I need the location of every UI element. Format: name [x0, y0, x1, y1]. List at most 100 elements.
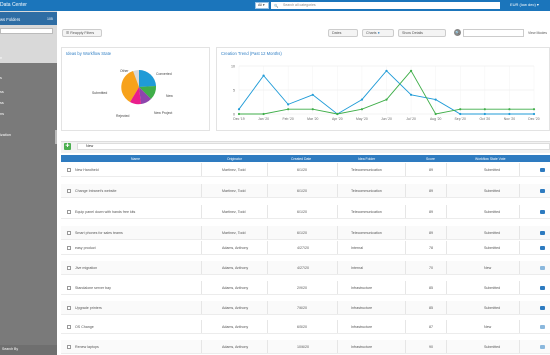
data-point[interactable] [360, 108, 364, 111]
table-row[interactable]: Renew laptops Adams, Anthony 10/6/20 Infras… [61, 340, 550, 354]
cell-name[interactable]: Smart phones for sales teams [75, 231, 123, 235]
data-point[interactable] [483, 108, 486, 111]
data-point[interactable] [237, 112, 241, 116]
edit-icon[interactable] [540, 231, 545, 235]
data-point[interactable] [532, 108, 536, 111]
cell-workflow-state: Submitted [484, 189, 501, 193]
cell-name[interactable]: Renew laptops [75, 345, 99, 349]
edit-icon[interactable] [540, 286, 545, 290]
data-point[interactable] [483, 112, 486, 116]
row-checkbox[interactable] [67, 246, 71, 250]
cell-score: 87 [429, 325, 433, 329]
data-point[interactable] [459, 108, 462, 111]
cell-name[interactable]: Equip panel down with hands free kits [75, 210, 135, 214]
row-checkbox[interactable] [67, 345, 71, 349]
table-row[interactable]: Smart phones for sales teams Martinez, To… [61, 226, 550, 240]
sidebar-footer-label[interactable]: Search By [2, 347, 18, 351]
currency-menu[interactable]: EUR (low dec) ▾ [510, 2, 539, 7]
column-header-name[interactable]: Name [131, 157, 140, 161]
column-header-idea-folder[interactable]: Idea Folder [358, 157, 375, 161]
data-point[interactable] [459, 112, 462, 116]
edit-icon[interactable] [540, 246, 545, 250]
toolbar-search-input[interactable] [463, 29, 524, 37]
cell-name[interactable]: easy product [75, 246, 96, 250]
data-point[interactable] [262, 112, 265, 116]
tab-dates[interactable]: Dates [328, 29, 358, 37]
cell-name[interactable]: Standalone server bay [75, 286, 111, 290]
tab-charts[interactable]: Charts ● [362, 29, 394, 37]
column-header-created-date[interactable]: Created Date [291, 157, 311, 161]
tab-dates-label: Dates [332, 31, 342, 35]
data-point[interactable] [287, 108, 290, 111]
table-row[interactable]: Standalone server bay Adams, Anthony 2/9/2… [61, 281, 550, 295]
data-point[interactable] [237, 108, 241, 111]
sidebar-title[interactable]: ws Folders [0, 17, 20, 22]
edit-icon[interactable] [540, 325, 545, 329]
column-header-originator[interactable]: Originator [227, 157, 242, 161]
data-point[interactable] [360, 98, 364, 101]
sidebar-resize-handle[interactable] [55, 130, 57, 144]
pie-slice-converted[interactable] [139, 69, 156, 87]
data-point[interactable] [385, 69, 388, 72]
reapply-filters-button[interactable]: ☰ Reapply Filters [62, 29, 102, 37]
cell-name[interactable]: Jive migration [75, 266, 97, 270]
data-point[interactable] [287, 103, 290, 106]
column-divider [337, 340, 338, 353]
table-row[interactable]: Upgrade printers Adams, Anthony 7/6/20 Infr… [61, 301, 550, 315]
sidebar-section[interactable]: n [0, 56, 2, 60]
search-icon[interactable]: 🔍 [454, 29, 461, 36]
app-brand: Data Center [0, 2, 27, 8]
data-point[interactable] [409, 69, 413, 72]
column-header-workflow-state[interactable]: Workflow State Vote [475, 157, 505, 161]
add-idea-button[interactable]: ✚ [64, 143, 71, 150]
sidebar-section[interactable]: ss [0, 90, 4, 94]
row-checkbox[interactable] [67, 231, 71, 235]
sidebar-search-input[interactable] [0, 28, 53, 34]
table-row[interactable]: New Handheld Martinez, Todd 6/1/20 Telecomm… [61, 163, 550, 177]
data-point[interactable] [409, 93, 413, 96]
table-row[interactable]: easy product Adams, Anthony 4/27/20 Interna… [61, 241, 550, 255]
data-point[interactable] [434, 112, 437, 116]
tab-show-details[interactable]: Show Details [398, 29, 446, 37]
row-checkbox[interactable] [67, 266, 71, 270]
column-divider [405, 320, 406, 333]
data-point[interactable] [336, 112, 339, 116]
edit-icon[interactable] [540, 189, 545, 193]
row-checkbox[interactable] [67, 210, 71, 214]
data-point[interactable] [311, 93, 314, 96]
row-checkbox[interactable] [67, 306, 71, 310]
table-row[interactable]: OS Change Adams, Anthony 6/5/20 Infrastruct… [61, 320, 550, 334]
data-point[interactable] [532, 112, 536, 116]
view-mode-menu[interactable]: View Modes [528, 31, 547, 35]
table-row[interactable]: Change Intranet's website Martinez, Todd 6… [61, 184, 550, 198]
table-row[interactable]: Equip panel down with hands free kits Mar… [61, 205, 550, 219]
sidebar-section[interactable]: ization [0, 133, 11, 137]
new-filter-chip[interactable]: New [77, 143, 550, 150]
edit-icon[interactable] [540, 210, 545, 214]
sidebar-section[interactable]: ss [0, 101, 4, 105]
row-checkbox[interactable] [67, 325, 71, 329]
cell-name[interactable]: OS Change [75, 325, 94, 329]
data-point[interactable] [434, 98, 437, 101]
cell-name[interactable]: Upgrade printers [75, 306, 102, 310]
table-row[interactable]: Jive migration Adams, Anthony 4/27/20 Inter… [61, 261, 550, 275]
data-point[interactable] [508, 112, 511, 116]
sidebar-section[interactable]: s [0, 76, 2, 80]
row-checkbox[interactable] [67, 168, 71, 172]
edit-icon[interactable] [540, 266, 545, 270]
edit-icon[interactable] [540, 306, 545, 310]
data-point[interactable] [311, 108, 314, 111]
edit-icon[interactable] [540, 168, 545, 172]
row-checkbox[interactable] [67, 286, 71, 290]
row-checkbox[interactable] [67, 189, 71, 193]
scope-select[interactable]: All ▾ [255, 2, 269, 9]
data-point[interactable] [385, 98, 388, 101]
column-header-score[interactable]: Score [426, 157, 435, 161]
global-search-input[interactable]: 🔍 Search all categories [271, 2, 500, 9]
cell-name[interactable]: New Handheld [75, 168, 99, 172]
data-point[interactable] [262, 74, 265, 77]
data-point[interactable] [508, 108, 511, 111]
sidebar-section[interactable]: ns [0, 112, 4, 116]
edit-icon[interactable] [540, 345, 545, 349]
cell-name[interactable]: Change Intranet's website [75, 189, 116, 193]
